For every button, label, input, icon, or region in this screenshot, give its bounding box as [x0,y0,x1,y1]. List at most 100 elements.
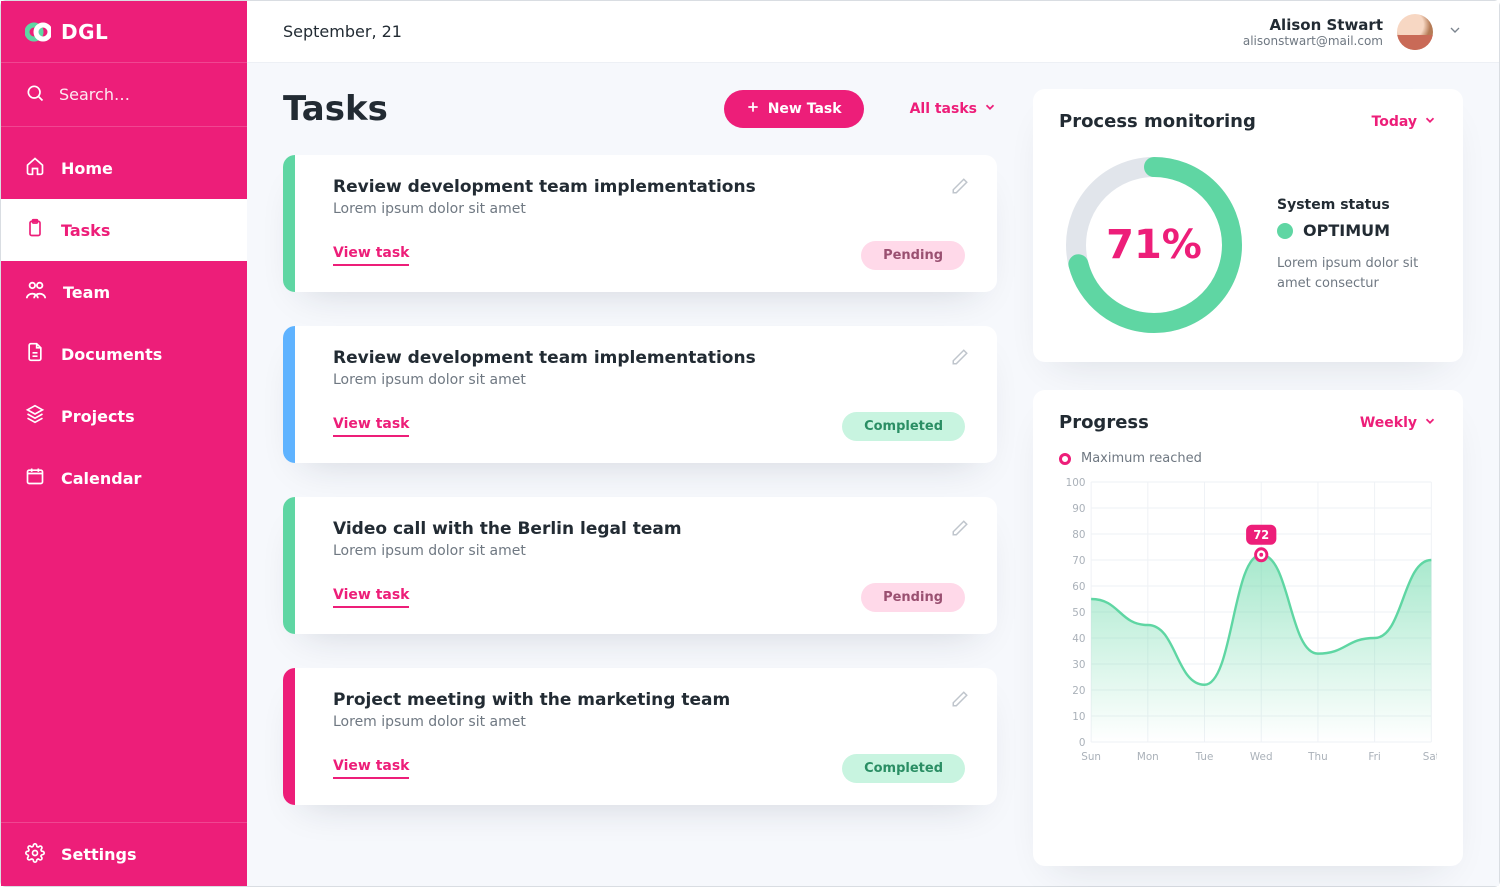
pencil-icon[interactable] [951,348,969,370]
task-title: Review development team implementations [333,348,965,368]
pencil-icon[interactable] [951,519,969,541]
view-task-link[interactable]: View task [333,245,409,266]
progress-legend-label: Maximum reached [1081,451,1202,466]
sidebar-item-projects[interactable]: Projects [1,385,247,447]
tasks-filter[interactable]: All tasks [910,100,997,118]
header-date: September, 21 [283,22,402,41]
brand-name: DGL [61,20,108,44]
sidebar-item-documents[interactable]: Documents [1,323,247,385]
svg-text:Sat: Sat [1423,750,1437,763]
status-badge: Completed [842,754,965,783]
brand[interactable]: DGL [1,1,247,63]
progress-panel: Progress Weekly Maximum reached [1033,390,1463,866]
team-icon [25,280,47,304]
sidebar-item-home[interactable]: Home [1,137,247,199]
svg-text:Tue: Tue [1195,750,1214,763]
status-badge: Completed [842,412,965,441]
panel-title: Progress [1059,412,1149,433]
task-card: Review development team implementations … [283,326,997,463]
task-title: Video call with the Berlin legal team [333,519,965,539]
task-card: Review development team implementations … [283,155,997,292]
process-monitoring-panel: Process monitoring Today [1033,89,1463,362]
status-badge: Pending [861,241,965,270]
chevron-down-icon [1447,22,1463,42]
process-description: Lorem ipsum dolor sit amet consectur [1277,254,1437,293]
brand-logo-icon [25,22,51,42]
svg-text:80: 80 [1072,528,1085,541]
svg-text:Mon: Mon [1137,750,1159,763]
svg-text:90: 90 [1072,502,1085,515]
progress-filter-label: Weekly [1360,415,1417,431]
svg-text:Fri: Fri [1368,750,1380,763]
sidebar-item-tasks[interactable]: Tasks [1,199,247,261]
page-title: Tasks [283,89,388,129]
calendar-icon [25,466,45,490]
chevron-down-icon [1423,414,1437,432]
clipboard-icon [25,218,45,242]
view-task-link[interactable]: View task [333,416,409,437]
chevron-down-icon [983,100,997,118]
legend-marker-icon [1059,453,1071,465]
svg-text:100: 100 [1066,476,1086,489]
sidebar-item-calendar[interactable]: Calendar [1,447,247,509]
sidebar-item-label: Projects [61,407,135,426]
svg-text:40: 40 [1072,632,1085,645]
status-badge: Pending [861,583,965,612]
pencil-icon[interactable] [951,177,969,199]
task-card: Video call with the Berlin legal team Lo… [283,497,997,634]
topbar: September, 21 Alison Stwart alisonstwart… [247,1,1499,63]
process-status-heading: System status [1277,197,1437,213]
new-task-label: New Task [768,101,842,117]
view-task-link[interactable]: View task [333,758,409,779]
home-icon [25,156,45,180]
user-menu[interactable]: Alison Stwart alisonstwart@mail.com [1243,14,1463,50]
gear-icon [25,843,45,867]
process-percent: 71% [1059,150,1249,340]
progress-filter[interactable]: Weekly [1360,414,1437,432]
documents-icon [25,342,45,366]
svg-text:Thu: Thu [1307,750,1327,763]
nav: Home Tasks Team Documents [1,127,247,822]
tasks-filter-label: All tasks [910,101,977,117]
user-name: Alison Stwart [1243,16,1383,34]
view-task-link[interactable]: View task [333,587,409,608]
svg-text:0: 0 [1079,736,1086,749]
progress-chart: 0 10 20 30 40 50 60 70 80 90 100 Sun Mon Tue Wed Thu Fri… [1059,476,1437,766]
sidebar-item-settings[interactable]: Settings [1,822,247,886]
sidebar-item-label: Tasks [61,221,110,240]
pencil-icon[interactable] [951,690,969,712]
user-email: alisonstwart@mail.com [1243,34,1383,48]
svg-text:10: 10 [1072,710,1085,723]
process-filter[interactable]: Today [1372,113,1437,131]
panel-title: Process monitoring [1059,111,1256,132]
avatar[interactable] [1397,14,1433,50]
layers-icon [25,404,45,428]
progress-legend: Maximum reached [1059,451,1437,466]
svg-text:30: 30 [1072,658,1085,671]
task-title: Review development team implementations [333,177,965,197]
svg-text:70: 70 [1072,554,1085,567]
svg-text:Wed: Wed [1250,750,1273,763]
sidebar-item-team[interactable]: Team [1,261,247,323]
task-subtitle: Lorem ipsum dolor sit amet [333,372,965,388]
sidebar-item-label: Calendar [61,469,141,488]
new-task-button[interactable]: New Task [724,90,864,128]
svg-text:Sun: Sun [1081,750,1101,763]
process-filter-label: Today [1372,114,1417,130]
svg-text:60: 60 [1072,580,1085,593]
task-title: Project meeting with the marketing team [333,690,965,710]
process-status-value: OPTIMUM [1303,221,1390,240]
search-placeholder: Search… [59,85,130,104]
sidebar-item-label: Team [63,283,110,302]
search-icon [25,83,45,107]
sidebar: DGL Search… Home Tasks [1,1,247,886]
search-input[interactable]: Search… [1,63,247,127]
sidebar-item-label: Settings [61,845,137,864]
task-subtitle: Lorem ipsum dolor sit amet [333,543,965,559]
svg-text:50: 50 [1072,606,1085,619]
task-card: Project meeting with the marketing team … [283,668,997,805]
svg-text:20: 20 [1072,684,1085,697]
chevron-down-icon [1423,113,1437,131]
sidebar-item-label: Documents [61,345,162,364]
plus-icon [746,100,760,118]
